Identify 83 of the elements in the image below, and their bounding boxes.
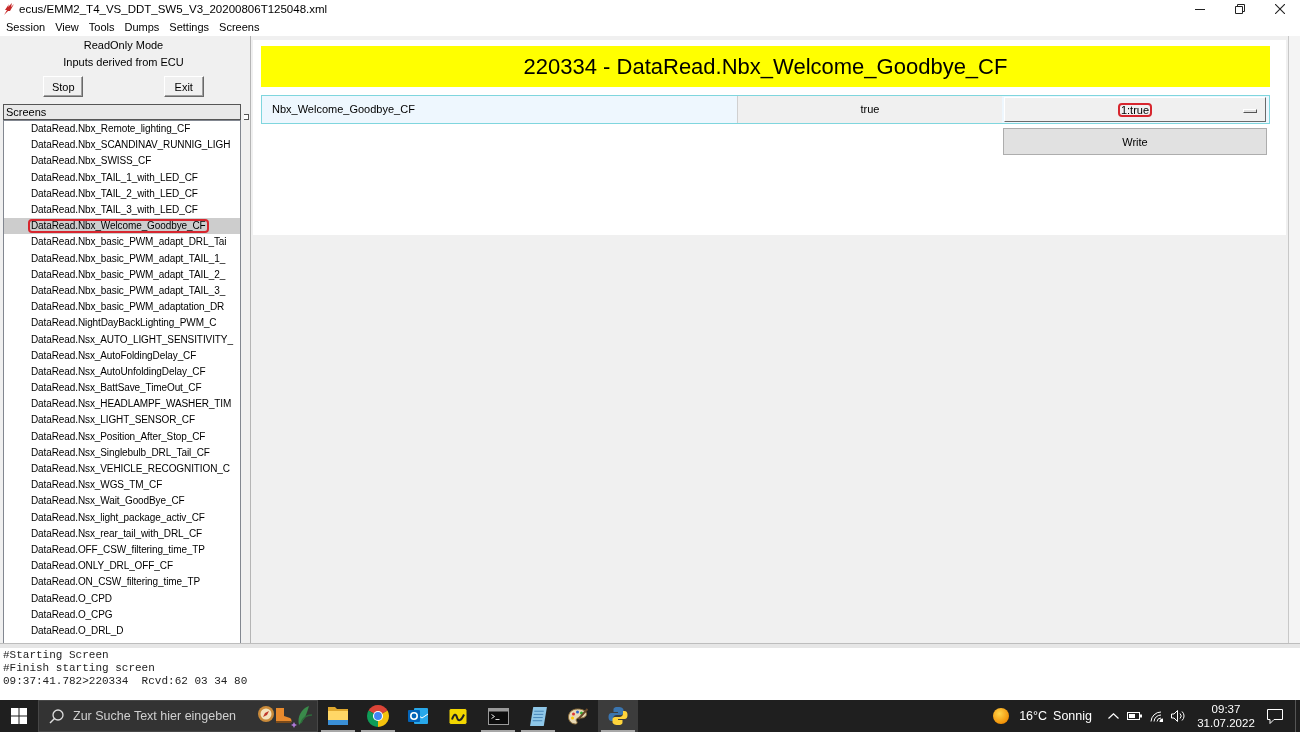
wifi-icon[interactable]	[1150, 710, 1163, 722]
list-item[interactable]: DataRead.O_CPG	[4, 606, 240, 623]
list-item[interactable]: DataRead.Nsx_Singlebulb_DRL_Tail_CF	[4, 444, 240, 461]
list-item[interactable]: DataRead.Nbx_TAIL_1_with_LED_CF	[4, 169, 240, 186]
list-item[interactable]: DataRead.O_CPD	[4, 590, 240, 607]
hiking-doodle-icon	[257, 703, 313, 729]
close-icon	[1275, 4, 1285, 14]
temperature-text[interactable]: 16°C	[1019, 709, 1048, 723]
weather-text[interactable]: Sonnig	[1053, 709, 1092, 723]
list-item[interactable]: DataRead.ONLY_DRL_OFF_CF	[4, 558, 240, 575]
minimize-icon	[1195, 8, 1205, 10]
list-item[interactable]: DataRead.Nbx_basic_PWM_adapt_TAIL_1_	[4, 250, 240, 267]
value-dropdown[interactable]: 1:true	[1004, 97, 1266, 122]
list-item[interactable]: DataRead.Nsx_AutoFoldingDelay_CF	[4, 347, 240, 364]
menu-item[interactable]: Dumps	[119, 19, 165, 35]
list-item[interactable]: DataRead.Nsx_Wait_GoodBye_CF	[4, 493, 240, 510]
search-icon	[49, 708, 64, 724]
log-line: #Finish starting screen	[3, 662, 156, 675]
list-item[interactable]: DataRead.Nbx_Remote_lighting_CF	[4, 121, 240, 138]
list-item[interactable]: DataRead.Nbx_basic_PWM_adapt_TAIL_3_	[4, 282, 240, 300]
list-item[interactable]: DataRead.Nbx_SCANDINAV_RUNNIG_LIGH	[4, 137, 240, 154]
parameter-name: Nbx_Welcome_Goodbye_CF	[271, 102, 416, 117]
list-item[interactable]: DataRead.Nbx_Welcome_Goodbye_CF	[4, 218, 240, 235]
search-input[interactable]: Zur Suche Text hier eingeben	[73, 707, 255, 725]
clock-date[interactable]: 31.07.2022	[1197, 716, 1255, 730]
screen-title: 220334 - DataRead.Nbx_Welcome_Goodbye_CF	[261, 46, 1270, 87]
caret-up-icon[interactable]	[1108, 713, 1119, 719]
list-item[interactable]: DataRead.Nbx_basic_PWM_adapt_TAIL_2_	[4, 266, 240, 283]
list-item[interactable]: DataRead.Nsx_Position_After_Stop_CF	[4, 428, 240, 445]
list-item[interactable]: DataRead.NightDayBackLighting_PWM_C	[4, 315, 240, 332]
palette-icon	[568, 707, 588, 725]
browser-icon	[367, 705, 389, 727]
list-item[interactable]: DataRead.ON_CSW_filtering_time_TP	[4, 574, 240, 591]
list-item[interactable]: DataRead.Nsx_AutoUnfoldingDelay_CF	[4, 363, 240, 380]
vertical-scrollbar[interactable]	[1288, 36, 1300, 643]
speaker-icon[interactable]	[1171, 710, 1185, 722]
dropdown-indicator-icon	[1243, 109, 1257, 113]
log-line: 09:37:41.782>220334 Rcvd:62 03 34 80	[3, 675, 249, 688]
tile-icon	[448, 707, 468, 725]
list-item[interactable]: DataRead.Nsx_BattSave_TimeOut_CF	[4, 380, 240, 397]
sash-handle-icon[interactable]	[244, 114, 249, 120]
list-item[interactable]: DataRead.Nsx_WGS_TM_CF	[4, 477, 240, 494]
taskbar-button[interactable]	[598, 700, 638, 732]
interlocked-shapes-icon	[608, 707, 628, 725]
list-item[interactable]: DataRead.Nsx_light_package_activ_CF	[4, 509, 240, 526]
log-line: #Starting Screen	[3, 649, 110, 662]
sidebar-button[interactable]: Exit	[163, 76, 204, 97]
write-button[interactable]: Write	[1003, 128, 1267, 155]
menu-item[interactable]: Screens	[214, 19, 265, 35]
feather-icon	[3, 2, 15, 16]
notepad-icon	[529, 706, 547, 726]
list-item[interactable]: DataRead.Nbx_basic_PWM_adapt_DRL_Tai	[4, 234, 240, 251]
terminal-icon	[487, 707, 509, 725]
menu-item[interactable]: Tools	[83, 19, 120, 35]
list-item[interactable]: DataRead.O_DRL_D	[4, 622, 240, 639]
list-item[interactable]: DataRead.Nsx_rear_tail_with_DRL_CF	[4, 525, 240, 542]
list-item[interactable]: DataRead.Nbx_basic_PWM_adaptation_DR	[4, 299, 240, 316]
mail-icon	[408, 708, 428, 724]
clock-time[interactable]: 09:37	[1211, 702, 1241, 716]
sun-icon[interactable]	[993, 708, 1010, 724]
notification-icon[interactable]	[1267, 708, 1283, 724]
menu-item[interactable]: Settings	[164, 19, 215, 35]
list-item[interactable]: DataRead.Nbx_TAIL_3_with_LED_CF	[4, 201, 240, 219]
list-item[interactable]: DataRead.Nsx_HEADLAMPF_WASHER_TIM	[4, 396, 240, 413]
parameter-value: true	[737, 96, 1002, 123]
source-label: Inputs derived from ECU	[62, 55, 185, 70]
list-item[interactable]: DataRead.Nsx_LIGHT_SENSOR_CF	[4, 412, 240, 429]
four-panes-icon	[11, 708, 27, 724]
list-item[interactable]: DataRead.Nsx_AUTO_LIGHT_SENSITIVITY_	[4, 331, 240, 348]
sidebar-button[interactable]: Stop	[43, 76, 84, 97]
restore-icon	[1235, 4, 1245, 14]
list-header: Screens	[3, 104, 241, 120]
menu-item[interactable]: View	[50, 19, 84, 35]
mode-label: ReadOnly Mode	[82, 38, 165, 53]
folder-icon	[327, 707, 349, 725]
list-item[interactable]: DataRead.Nbx_TAIL_2_with_LED_CF	[4, 185, 240, 202]
list-item[interactable]: DataRead.Nsx_VEHICLE_RECOGNITION_C	[4, 460, 240, 478]
list-item[interactable]: DataRead.OFF_CSW_filtering_time_TP	[4, 541, 240, 559]
search-field[interactable]: Zur Suche Text hier eingeben	[38, 700, 318, 732]
battery-icon[interactable]	[1127, 712, 1142, 720]
window-title: ecus/EMM2_T4_VS_DDT_SW5_V3_20200806T125048.xml	[19, 3, 328, 15]
list-item[interactable]: DataRead.Nbx_SWISS_CF	[4, 153, 240, 170]
menu-item[interactable]: Session	[1, 19, 51, 35]
